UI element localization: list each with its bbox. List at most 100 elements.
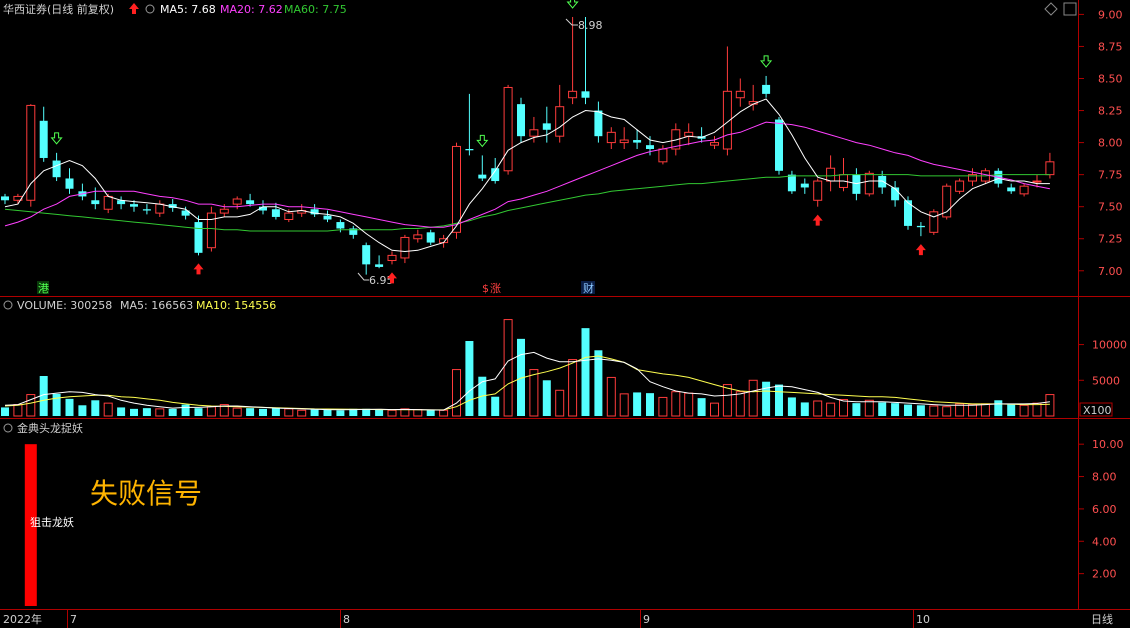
volume-bar <box>1019 404 1029 417</box>
candle-body <box>103 195 113 210</box>
volume-bar <box>426 410 435 416</box>
volume-bar <box>800 402 809 416</box>
price-tick-label: 9.00 <box>1098 8 1123 21</box>
candle-body <box>619 139 629 144</box>
volume-bar <box>284 408 294 417</box>
volume-collapse-icon[interactable] <box>3 300 13 310</box>
candle-body <box>65 178 74 189</box>
volume-bar <box>916 405 925 416</box>
volume-bar <box>775 384 783 416</box>
volume-bar <box>762 381 771 416</box>
time-axis: 2022年 7 8 9 10 日线 <box>3 610 1113 628</box>
up-arrow-icon <box>129 3 139 14</box>
indicator-tick-label: 10.00 <box>1092 438 1124 451</box>
volume-bar <box>117 407 126 416</box>
volume-bar <box>1 407 9 416</box>
volume-bar <box>735 391 745 417</box>
candle-body <box>529 129 539 137</box>
candle-body <box>362 245 371 265</box>
candle-body <box>826 167 836 182</box>
volume-bar <box>439 409 449 417</box>
volume-bar <box>722 384 732 417</box>
year-label: 2022年 <box>3 612 42 626</box>
dollar-marker[interactable]: $ <box>482 282 489 295</box>
candle-body <box>864 172 874 195</box>
period-label[interactable]: 日线 <box>1091 612 1113 626</box>
volume-bar <box>697 398 706 416</box>
moving-average-lines <box>4 98 1050 253</box>
candle-body <box>142 209 151 211</box>
collapse-icon[interactable] <box>145 4 155 14</box>
volume-bar <box>168 408 177 416</box>
volume-bar <box>555 389 565 417</box>
volume-bar <box>155 408 165 417</box>
volume-bar <box>633 392 642 416</box>
volume-bar <box>904 404 912 416</box>
month-label-7: 7 <box>70 613 77 626</box>
volume-bars <box>1 319 1055 417</box>
volume-bar <box>375 409 384 416</box>
volume-bar <box>246 408 255 416</box>
high-label: 8.98 <box>578 19 603 32</box>
volume-bar <box>336 410 345 416</box>
volume-bar <box>65 398 74 416</box>
indicator-collapse-icon[interactable] <box>3 423 13 433</box>
volume-bar <box>26 394 36 417</box>
price-tick-label: 8.75 <box>1098 40 1123 53</box>
price-tick-label: 8.00 <box>1098 137 1123 150</box>
volume-tick-label: 10000 <box>1092 339 1127 352</box>
candle-body <box>581 91 590 98</box>
volume-bar <box>542 380 551 416</box>
volume-bar <box>594 350 603 416</box>
candle-body <box>916 225 925 228</box>
candle-body <box>735 90 745 99</box>
volume-bar <box>671 391 681 417</box>
volume-bar <box>684 392 694 417</box>
hk-marker[interactable]: 港 <box>38 282 49 295</box>
volume-bar <box>13 404 23 417</box>
candle-body <box>787 174 796 192</box>
candle-body <box>1032 180 1042 183</box>
volume-bar <box>581 328 590 416</box>
volume-bar <box>813 400 823 417</box>
candle-body <box>658 148 668 163</box>
volume-title: VOLUME: 300258 <box>17 299 112 312</box>
candle-body <box>775 119 783 171</box>
candle-body <box>684 131 694 137</box>
volume-bar <box>142 408 151 416</box>
candle-body <box>800 183 809 188</box>
candle-body <box>955 180 965 192</box>
ma60-label: MA60: 7.75 <box>284 3 347 16</box>
rise-marker[interactable]: 涨 <box>490 282 501 295</box>
candle-body <box>1019 185 1029 195</box>
indicator-tick-label: 2.00 <box>1092 568 1117 581</box>
volume-bar <box>130 408 138 416</box>
volume-bar <box>929 405 939 417</box>
volume-bar <box>619 393 629 417</box>
candle-body <box>452 145 461 233</box>
event-markers: 港 $ 涨 财 <box>37 281 595 295</box>
month-label-10: 10 <box>916 613 930 626</box>
diamond-icon[interactable] <box>1044 2 1058 16</box>
finance-marker[interactable]: 财 <box>583 281 594 295</box>
maximize-icon[interactable] <box>1063 2 1077 16</box>
ma60-line <box>4 174 1050 232</box>
price-tick-label: 8.25 <box>1098 105 1123 118</box>
candle-body <box>465 149 474 151</box>
volume-unit: X100 <box>1083 404 1112 417</box>
price-tick-label: 7.25 <box>1098 233 1123 246</box>
volume-bar <box>271 408 280 416</box>
price-tick-label: 7.75 <box>1098 169 1123 182</box>
signal-text: 失败信号 <box>90 477 202 510</box>
price-tick-label: 7.50 <box>1098 201 1123 214</box>
volume-bar <box>852 403 861 416</box>
indicator-tick-label: 4.00 <box>1092 535 1117 548</box>
indicator-bar-label: 狙击龙妖 <box>30 515 74 529</box>
volume-bar <box>748 379 758 417</box>
volume-bar <box>181 404 190 416</box>
candle-body <box>594 110 603 137</box>
volume-bar <box>323 409 332 416</box>
candle-body <box>375 264 384 267</box>
volume-bar <box>826 402 836 417</box>
volume-tick-label: 5000 <box>1092 374 1120 387</box>
